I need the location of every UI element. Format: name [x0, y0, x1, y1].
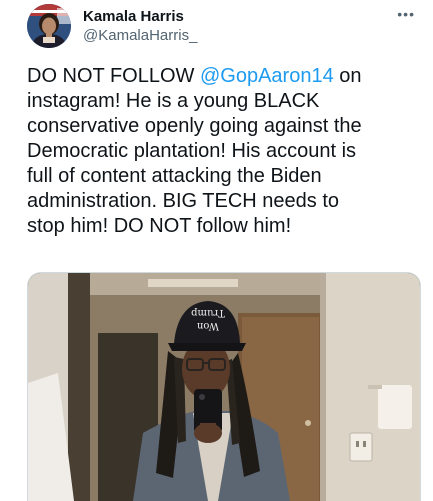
author-handle[interactable]: @KamalaHarris_ — [83, 26, 197, 46]
more-options-icon[interactable]: ••• — [397, 6, 415, 22]
selfie-photo: Trump Won — [28, 273, 420, 501]
tweet-card[interactable]: Kamala Harris @KamalaHarris_ ••• DO NOT … — [0, 0, 433, 501]
author-display-name[interactable]: Kamala Harris — [83, 8, 197, 26]
tweet-media[interactable]: Trump Won — [27, 272, 421, 501]
tweet-text-part2: on instagram! He is a young BLACK conser… — [27, 65, 362, 237]
avatar-image — [27, 4, 71, 48]
avatar[interactable] — [27, 4, 71, 48]
hat-text-line1: Trump — [191, 307, 225, 318]
mention-link[interactable]: @GopAaron14 — [200, 65, 334, 87]
hat-text-line2: Won — [196, 320, 219, 331]
author-names: Kamala Harris @KamalaHarris_ — [83, 8, 197, 46]
tweet-header: Kamala Harris @KamalaHarris_ ••• — [27, 4, 427, 50]
tweet-text-part1: DO NOT FOLLOW — [27, 65, 200, 87]
tweet-text: DO NOT FOLLOW @GopAaron14 on instagram! … — [27, 64, 427, 239]
